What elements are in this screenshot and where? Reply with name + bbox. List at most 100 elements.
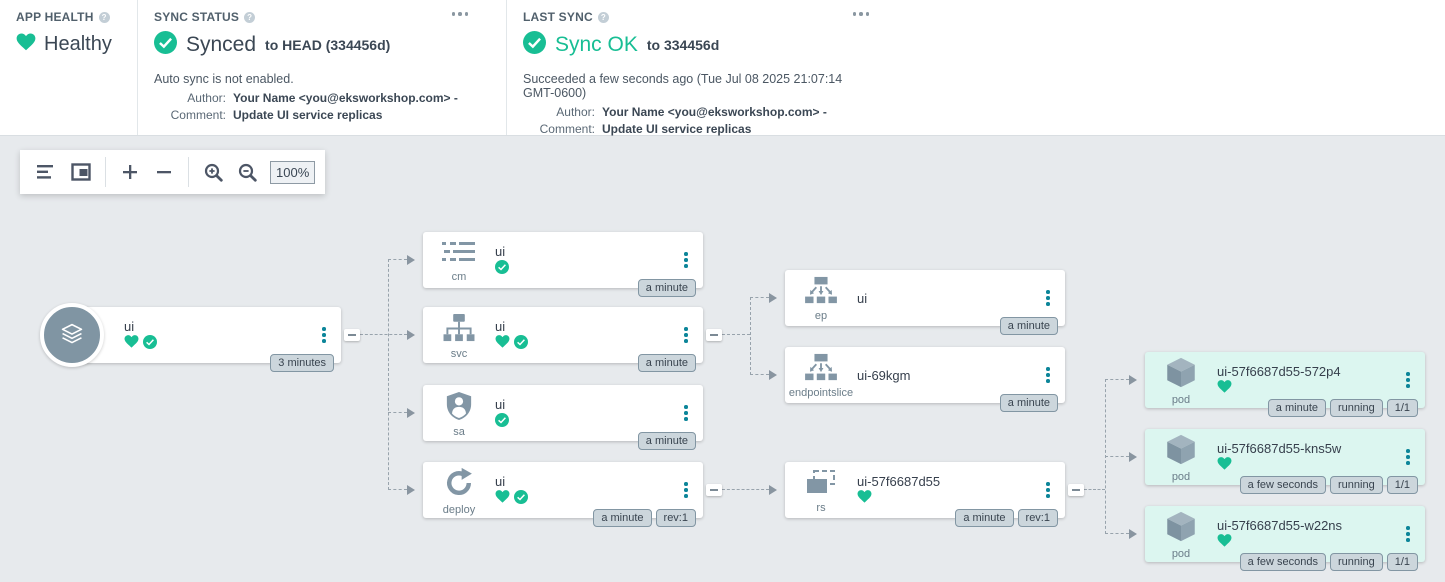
author-value: Your Name <you@eksworkshop.com> - xyxy=(233,91,458,105)
author-value: Your Name <you@eksworkshop.com> - xyxy=(602,105,827,119)
status-badge: running xyxy=(1330,476,1383,494)
node-endpoints-ui[interactable]: ep ui a minute xyxy=(785,270,1065,326)
fit-to-view-icon[interactable] xyxy=(64,155,98,189)
replicaset-icon xyxy=(803,469,839,502)
healthy-heart-icon xyxy=(1217,534,1232,552)
ready-badge: 1/1 xyxy=(1387,399,1418,417)
pod-icon xyxy=(1165,433,1197,471)
node-menu-button[interactable] xyxy=(1035,290,1061,306)
edge-line xyxy=(750,374,769,375)
node-menu-button[interactable] xyxy=(1395,372,1421,388)
status-header: APP HEALTH Healthy SYNC STATUS Synced to… xyxy=(0,0,1445,136)
collapse-stub-svc[interactable] xyxy=(706,329,722,341)
age-badge: a minute xyxy=(955,509,1013,527)
zoom-out-button[interactable] xyxy=(147,155,181,189)
endpoints-icon xyxy=(801,276,841,310)
ellipsis-menu-icon[interactable] xyxy=(853,12,870,16)
node-menu-button[interactable] xyxy=(1395,449,1421,465)
edge-arrow xyxy=(1129,452,1137,462)
healthy-heart-icon xyxy=(16,33,36,56)
collapse-stub-deploy[interactable] xyxy=(706,484,722,496)
resource-name: ui-57f6687d55-572p4 xyxy=(1217,364,1395,379)
help-icon[interactable] xyxy=(99,12,110,23)
configmap-icon xyxy=(440,240,478,271)
resource-name: ui-69kgm xyxy=(857,368,1035,383)
resource-name: ui-57f6687d55 xyxy=(857,474,1035,489)
collapse-stub-rs[interactable] xyxy=(1068,484,1084,496)
node-endpointslice-ui-69kgm[interactable]: endpointslice ui-69kgm a minute xyxy=(785,347,1065,403)
edge-arrow xyxy=(407,255,415,265)
help-icon[interactable] xyxy=(598,12,609,23)
edge-arrow xyxy=(1129,529,1137,539)
edge-line xyxy=(722,489,769,490)
resource-name: ui xyxy=(124,319,311,334)
sync-status-panel: SYNC STATUS Synced to HEAD (334456d) Aut… xyxy=(138,0,506,135)
node-menu-button[interactable] xyxy=(311,327,337,343)
magnifier-zoom-out-icon[interactable] xyxy=(230,155,264,189)
zoom-level-field[interactable]: 100% xyxy=(270,161,315,184)
node-application-ui[interactable]: ui 3 minutes xyxy=(68,307,341,363)
node-configmap-ui[interactable]: cm ui a minute xyxy=(423,232,703,288)
node-menu-button[interactable] xyxy=(1035,367,1061,383)
edge-line xyxy=(1084,489,1105,490)
age-badge: a minute xyxy=(1000,394,1058,412)
edge-line xyxy=(722,334,750,335)
synced-check-icon xyxy=(514,335,528,354)
auto-sync-note: Auto sync is not enabled. xyxy=(154,72,490,86)
node-replicaset-ui-57f6687d55[interactable]: rs ui-57f6687d55 a minute rev:1 xyxy=(785,462,1065,518)
edge-line xyxy=(388,259,389,490)
align-list-icon[interactable] xyxy=(30,155,64,189)
node-deployment-ui[interactable]: deploy ui a minute rev:1 xyxy=(423,462,703,518)
edge-line xyxy=(750,297,751,375)
app-health-label: APP HEALTH xyxy=(16,10,94,24)
toolbar-separator xyxy=(188,157,189,187)
healthy-heart-icon xyxy=(1217,457,1232,475)
edge-arrow xyxy=(407,408,415,418)
resource-kind-label: svc xyxy=(451,348,468,360)
node-pod-ui-57f6687d55-w22ns[interactable]: pod ui-57f6687d55-w22ns a few seconds ru… xyxy=(1145,506,1425,562)
app-health-panel: APP HEALTH Healthy xyxy=(0,0,137,135)
sync-status-value: Synced xyxy=(186,33,256,57)
node-pod-ui-57f6687d55-kns5w[interactable]: pod ui-57f6687d55-kns5w a few seconds ru… xyxy=(1145,429,1425,485)
revision-badge: rev:1 xyxy=(1018,509,1058,527)
graph-toolbar: 100% xyxy=(20,150,325,194)
node-menu-button[interactable] xyxy=(673,252,699,268)
resource-kind-label: deploy xyxy=(443,504,475,516)
node-pod-ui-57f6687d55-572p4[interactable]: pod ui-57f6687d55-572p4 a minute running… xyxy=(1145,352,1425,408)
edge-line xyxy=(388,489,407,490)
status-badge: running xyxy=(1330,553,1383,571)
comment-label: Comment: xyxy=(154,108,226,122)
zoom-in-button[interactable] xyxy=(113,155,147,189)
age-badge: a minute xyxy=(638,279,696,297)
help-icon[interactable] xyxy=(244,12,255,23)
last-sync-label: LAST SYNC xyxy=(523,10,593,24)
comment-label: Comment: xyxy=(523,122,595,136)
node-serviceaccount-ui[interactable]: sa ui a minute xyxy=(423,385,703,441)
edge-arrow xyxy=(769,370,777,380)
ellipsis-menu-icon[interactable] xyxy=(452,12,469,16)
age-badge: a minute xyxy=(638,432,696,450)
magnifier-zoom-in-icon[interactable] xyxy=(196,155,230,189)
node-menu-button[interactable] xyxy=(1395,526,1421,542)
sync-status-label: SYNC STATUS xyxy=(154,10,239,24)
edge-arrow xyxy=(1129,375,1137,385)
node-menu-button[interactable] xyxy=(673,405,699,421)
age-badge: a minute xyxy=(593,509,651,527)
node-menu-button[interactable] xyxy=(673,482,699,498)
age-badge: a minute xyxy=(1000,317,1058,335)
node-menu-button[interactable] xyxy=(1035,482,1061,498)
application-layers-icon xyxy=(40,303,104,367)
edge-arrow xyxy=(769,293,777,303)
node-menu-button[interactable] xyxy=(673,327,699,343)
healthy-heart-icon xyxy=(124,335,139,353)
status-badge: running xyxy=(1330,399,1383,417)
healthy-heart-icon xyxy=(857,490,872,508)
comment-value: Update UI service replicas xyxy=(602,122,751,136)
endpointslice-icon xyxy=(801,353,841,387)
node-service-ui[interactable]: svc ui a minute xyxy=(423,307,703,363)
resource-name: ui xyxy=(495,319,673,334)
healthy-heart-icon xyxy=(1217,380,1232,398)
last-sync-value: Sync OK xyxy=(555,33,638,57)
synced-check-icon xyxy=(495,413,509,432)
collapse-stub-app[interactable] xyxy=(344,329,360,341)
